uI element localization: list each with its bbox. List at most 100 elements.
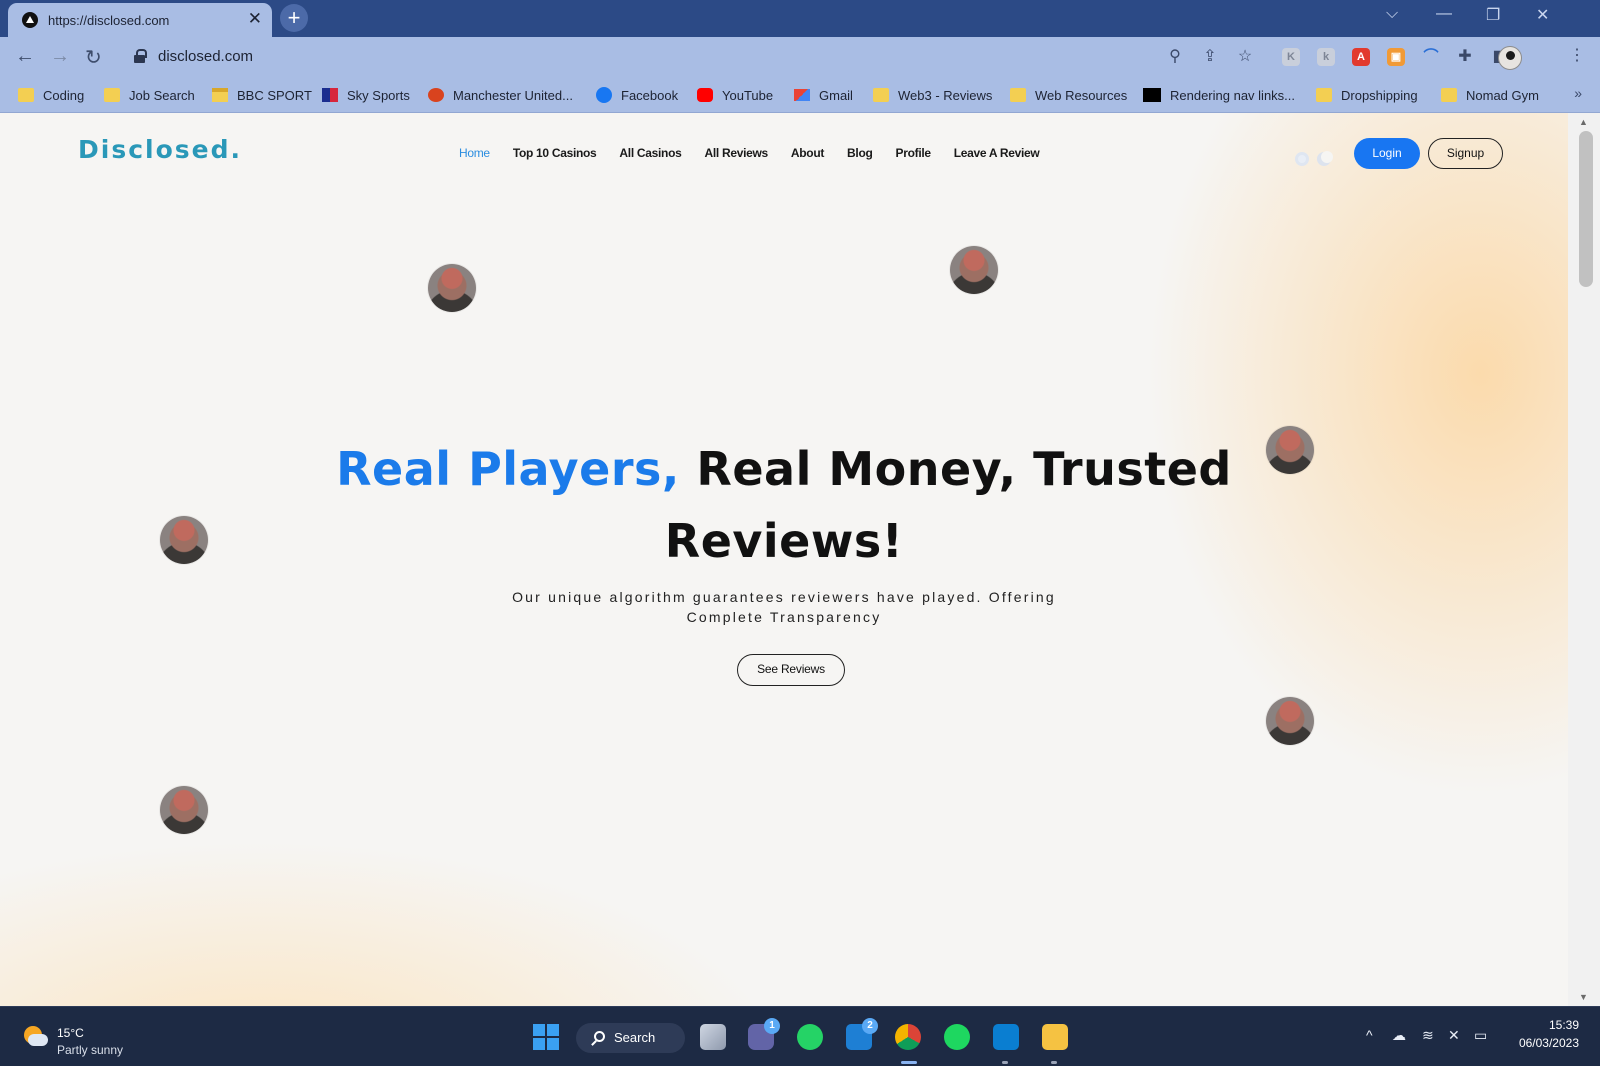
new-tab-button[interactable]: + xyxy=(280,4,308,32)
moon-icon[interactable] xyxy=(1317,151,1333,166)
hero-title-accent: Real Players, xyxy=(336,442,680,496)
extension-k-icon[interactable]: K xyxy=(1282,48,1300,66)
share-icon[interactable]: ⇪ xyxy=(1200,47,1220,67)
bookmark-facebook[interactable]: Facebook xyxy=(596,84,678,106)
nav-top-10-casinos[interactable]: Top 10 Casinos xyxy=(513,146,597,160)
mail-badge: 2 xyxy=(862,1018,878,1034)
signup-button[interactable]: Signup xyxy=(1428,138,1503,169)
folder-icon xyxy=(104,88,120,102)
bookmark-sky-sports[interactable]: Sky Sports xyxy=(322,84,410,106)
scroll-down-icon[interactable]: ▼ xyxy=(1579,992,1588,1002)
minimize-icon[interactable]: — xyxy=(1436,5,1452,23)
site-logo[interactable]: Disclosed. xyxy=(78,135,242,164)
hero-title-line2: Reviews! xyxy=(664,514,904,568)
forward-icon[interactable]: → xyxy=(50,45,70,68)
bookmark-dropshipping[interactable]: Dropshipping xyxy=(1316,84,1418,106)
bookmark-label: Web Resources xyxy=(1035,87,1128,103)
whatsapp-icon[interactable] xyxy=(797,1024,823,1050)
weather-temperature[interactable]: 15°C xyxy=(57,1026,84,1040)
chrome-menu-icon[interactable]: ⋮ xyxy=(1567,46,1587,66)
address-bar[interactable]: disclosed.com xyxy=(128,43,1158,71)
battery-icon[interactable]: ▭ xyxy=(1474,1027,1487,1044)
browser-toolbar: ← → ↻ disclosed.com ⚲ ⇪ ☆ K k A ▣ ⌒ ✚ ◧ … xyxy=(0,37,1600,77)
extension-keeper-icon[interactable]: k xyxy=(1317,48,1335,66)
bookmark-web3-reviews[interactable]: Web3 - Reviews xyxy=(873,84,992,106)
reload-icon[interactable]: ↻ xyxy=(85,45,102,70)
tray-chevron-icon[interactable]: ^ xyxy=(1366,1027,1373,1043)
explorer-running-indicator xyxy=(1051,1061,1057,1064)
reviewer-avatar xyxy=(160,786,208,834)
nav-about[interactable]: About xyxy=(791,146,824,160)
extensions-puzzle-icon[interactable]: ✚ xyxy=(1455,47,1475,67)
main-nav: Home Top 10 Casinos All Casinos All Revi… xyxy=(459,146,1062,160)
task-view-icon[interactable] xyxy=(700,1024,726,1050)
tab-search-icon[interactable]: ⌵ xyxy=(1386,5,1398,23)
taskbar-search[interactable]: Search xyxy=(576,1023,685,1053)
wifi-icon[interactable]: ≋ xyxy=(1422,1027,1434,1044)
lock-icon[interactable] xyxy=(134,49,147,63)
windows-start-icon[interactable] xyxy=(533,1024,559,1050)
weather-icon[interactable] xyxy=(22,1024,48,1050)
close-tab-icon[interactable]: ✕ xyxy=(248,9,262,29)
man-united-icon xyxy=(428,88,444,102)
extension-arc-icon[interactable]: ⌒ xyxy=(1422,48,1440,66)
chrome-icon[interactable] xyxy=(895,1024,921,1050)
mail-icon[interactable]: 2 xyxy=(846,1018,878,1050)
spotify-icon[interactable] xyxy=(944,1024,970,1050)
bookmark-label: BBC SPORT xyxy=(237,87,312,103)
see-reviews-button[interactable]: See Reviews xyxy=(737,654,845,686)
bookmark-label: Rendering nav links... xyxy=(1170,87,1296,103)
zoom-icon[interactable]: ⚲ xyxy=(1165,47,1185,67)
nav-blog[interactable]: Blog xyxy=(847,146,873,160)
onedrive-icon[interactable]: ☁ xyxy=(1392,1027,1406,1044)
profile-avatar[interactable] xyxy=(1498,46,1522,70)
bookmark-label: Facebook xyxy=(621,87,679,103)
theme-toggle[interactable] xyxy=(1295,150,1333,168)
scrollbar-thumb[interactable] xyxy=(1579,131,1593,287)
more-bookmarks-icon[interactable]: » xyxy=(1574,85,1582,101)
address-text[interactable]: disclosed.com xyxy=(158,48,253,65)
login-button[interactable]: Login xyxy=(1354,138,1420,169)
youtube-icon xyxy=(697,88,713,102)
bookmark-rendering-nav-links[interactable]: Rendering nav links... xyxy=(1143,84,1295,106)
bookmark-coding[interactable]: Coding xyxy=(18,84,84,106)
clock-time[interactable]: 15:39 xyxy=(1531,1018,1579,1032)
weather-description[interactable]: Partly sunny xyxy=(57,1043,123,1057)
nav-home[interactable]: Home xyxy=(459,146,490,160)
browser-tab[interactable]: https://disclosed.com ✕ xyxy=(8,3,272,37)
back-icon[interactable]: ← xyxy=(15,45,35,68)
close-window-icon[interactable]: ✕ xyxy=(1536,5,1549,25)
site-favicon-icon xyxy=(22,12,38,28)
teams-icon[interactable]: 1 xyxy=(748,1018,780,1050)
nav-all-reviews[interactable]: All Reviews xyxy=(704,146,768,160)
nav-profile[interactable]: Profile xyxy=(896,146,932,160)
bookmark-gmail[interactable]: Gmail xyxy=(794,84,853,106)
sun-icon[interactable] xyxy=(1295,152,1309,166)
nav-leave-a-review[interactable]: Leave A Review xyxy=(954,146,1040,160)
vscode-icon[interactable] xyxy=(993,1024,1019,1050)
bookmark-nomad-gym[interactable]: Nomad Gym xyxy=(1441,84,1539,106)
bookmark-job-search[interactable]: Job Search xyxy=(104,84,195,106)
hero-title-rest: Real Money, Trusted xyxy=(696,442,1232,496)
bookmark-youtube[interactable]: YouTube xyxy=(697,84,773,106)
extension-orange-icon[interactable]: ▣ xyxy=(1387,48,1405,66)
restore-icon[interactable]: ❐ xyxy=(1486,5,1500,25)
nav-all-casinos[interactable]: All Casinos xyxy=(619,146,681,160)
bookmark-label: Coding xyxy=(43,87,85,103)
file-explorer-icon[interactable] xyxy=(1042,1024,1068,1050)
bookmark-label: Job Search xyxy=(129,87,195,103)
reviewer-avatar xyxy=(428,264,476,312)
search-icon xyxy=(594,1031,605,1042)
bookmark-label: YouTube xyxy=(722,87,774,103)
bookmark-star-icon[interactable]: ☆ xyxy=(1235,47,1255,67)
scroll-up-icon[interactable]: ▲ xyxy=(1579,117,1588,127)
bookmark-man-united[interactable]: Manchester United... xyxy=(428,84,573,106)
clock-date[interactable]: 06/03/2023 xyxy=(1502,1036,1579,1050)
extension-acrobat-icon[interactable]: A xyxy=(1352,48,1370,66)
page-scrollbar[interactable]: ▲ ▼ xyxy=(1568,113,1600,1006)
bookmark-web-resources[interactable]: Web Resources xyxy=(1010,84,1127,106)
folder-icon xyxy=(1441,88,1457,102)
volume-muted-icon[interactable]: ✕ xyxy=(1448,1027,1460,1044)
search-label: Search xyxy=(614,1030,656,1045)
bookmark-bbc-sport[interactable]: BBC SPORT xyxy=(212,84,312,106)
